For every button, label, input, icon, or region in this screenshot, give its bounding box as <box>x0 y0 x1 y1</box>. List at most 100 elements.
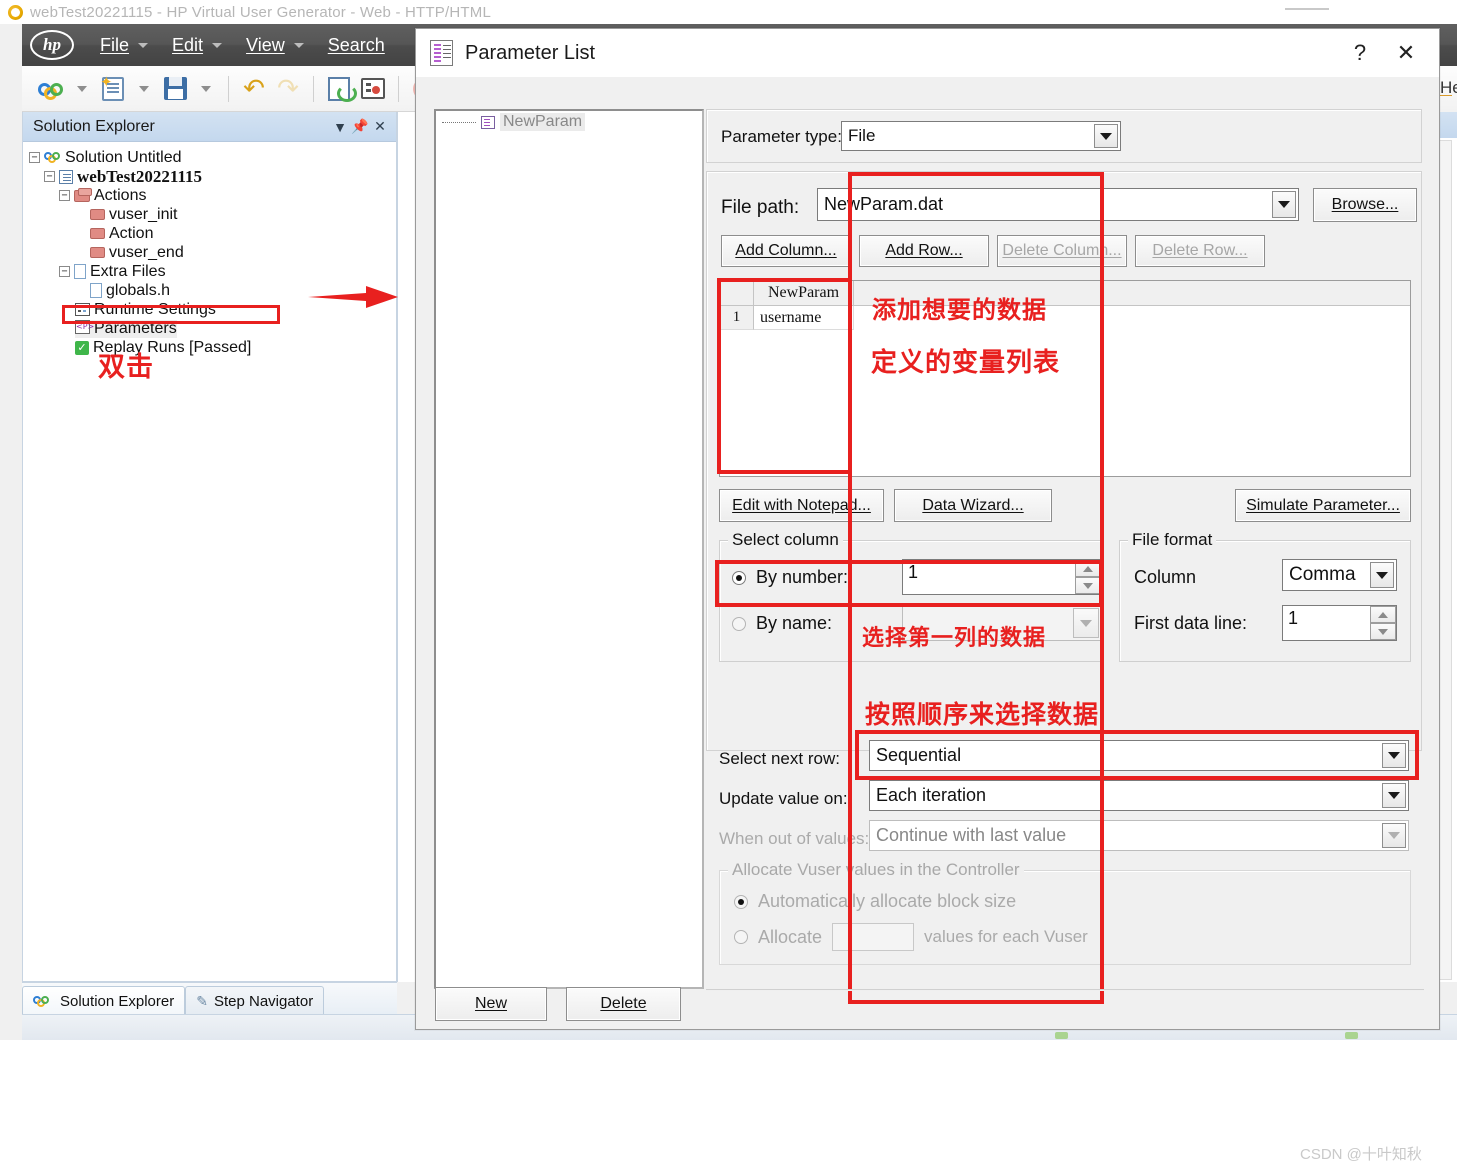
menu-search-label: Search <box>327 34 385 55</box>
when-out-of-values-select: Continue with last value <box>869 820 1409 851</box>
file-path-input[interactable]: NewParam.dat <box>817 188 1299 221</box>
tab-solution-explorer[interactable]: Solution Explorer <box>22 986 186 1016</box>
chevron-down-icon[interactable] <box>1272 191 1296 218</box>
update-value-on-select[interactable]: Each iteration <box>869 780 1409 811</box>
tree-item-solution-untitled[interactable]: − Solution Untitled <box>29 148 396 167</box>
tab-label: Step Navigator <box>213 993 314 1010</box>
parameter-type-label: Parameter type: <box>721 127 842 146</box>
chevron-down-icon[interactable] <box>1370 562 1394 588</box>
first-data-line-stepper[interactable]: 1 <box>1282 605 1397 641</box>
runtime-settings-icon[interactable] <box>358 74 388 104</box>
decoration-mark <box>1055 1032 1068 1039</box>
delete-parameter-button[interactable]: Delete <box>566 987 681 1021</box>
tree-item-vuser-init[interactable]: vuser_init <box>29 205 396 224</box>
tree-item-vuser-end[interactable]: vuser_end <box>29 243 396 262</box>
new-solution-icon[interactable] <box>36 74 66 104</box>
tree-expander-icon[interactable]: − <box>44 171 55 182</box>
grid-row-number[interactable]: 1 <box>720 306 754 330</box>
parameter-tree-item-newparam[interactable]: NewParam <box>442 113 586 131</box>
tree-item-actions[interactable]: − Actions <box>29 186 396 205</box>
solution-explorer-header: Solution Explorer ▼ 📌 ✕ <box>23 112 396 142</box>
by-number-radio-row[interactable]: By number: <box>732 567 848 588</box>
allocate-suffix-label: values for each Vuser <box>924 927 1088 946</box>
grid-header-row: NewParam <box>720 281 1410 306</box>
tree-item-label: webTest20221115 <box>77 166 203 186</box>
toolbar-separator <box>313 75 314 102</box>
stepper-up-icon[interactable] <box>1370 606 1396 623</box>
dialog-titlebar: Parameter List ? ✕ <box>416 29 1439 77</box>
when-out-of-values-value: Continue with last value <box>876 825 1067 845</box>
file-format-legend: File format <box>1128 530 1217 550</box>
close-icon[interactable]: ✕ <box>370 117 390 137</box>
runtime-settings-icon <box>75 303 90 316</box>
tree-item-replay-runs[interactable]: ✓ Replay Runs [Passed] <box>29 338 396 357</box>
annotation-variable-list: 定义的变量列表 <box>871 348 1061 378</box>
chevron-down-icon[interactable] <box>1382 783 1406 808</box>
stepper-down-icon[interactable] <box>1075 577 1101 594</box>
by-name-label: By name: <box>756 613 833 633</box>
menu-edit[interactable]: Edit <box>164 31 230 60</box>
new-script-icon[interactable]: ✦ <box>98 74 128 104</box>
menu-search[interactable]: Search <box>320 31 393 60</box>
pin-icon[interactable]: 📌 <box>350 117 370 137</box>
data-wizard-label: Data Wizard... <box>922 496 1024 514</box>
browse-button[interactable]: Browse... <box>1313 188 1417 222</box>
chain-icon <box>44 150 61 165</box>
tree-item-action[interactable]: Action <box>29 224 396 243</box>
select-next-row-select[interactable]: Sequential <box>869 740 1409 771</box>
tree-item-webtest[interactable]: − webTest20221115 <box>29 167 396 186</box>
tree-item-extra-files[interactable]: − Extra Files <box>29 262 396 281</box>
new-parameter-button[interactable]: New <box>435 987 547 1021</box>
update-value-on-value: Each iteration <box>876 785 987 805</box>
column-delimiter-select[interactable]: Comma <box>1282 559 1397 591</box>
simulate-parameter-label: Simulate Parameter... <box>1246 496 1400 514</box>
tree-connector-line <box>442 121 476 123</box>
by-number-stepper[interactable]: 1 <box>902 559 1102 595</box>
menu-file[interactable]: File <box>92 31 156 60</box>
chevron-down-icon[interactable] <box>77 85 87 92</box>
brick-icon <box>90 247 105 258</box>
menu-view[interactable]: View <box>238 31 312 60</box>
undo-icon[interactable]: ↶ <box>239 74 269 104</box>
table-row[interactable]: 1 username <box>720 306 1410 330</box>
chevron-down-icon[interactable] <box>1094 124 1118 148</box>
save-icon[interactable] <box>160 74 190 104</box>
grid-cell[interactable]: username <box>754 306 854 330</box>
simulate-parameter-button[interactable]: Simulate Parameter... <box>1235 489 1411 522</box>
parameter-tree-panel[interactable]: NewParam <box>434 109 704 989</box>
by-name-radio-row[interactable]: By name: <box>732 613 832 634</box>
help-button[interactable]: ? <box>1337 30 1383 76</box>
tree-item-parameters[interactable]: <P> Parameters <box>29 319 396 338</box>
add-column-label: Add Column... <box>735 242 837 259</box>
tree-expander-icon[interactable]: − <box>59 190 70 201</box>
data-wizard-button[interactable]: Data Wizard... <box>894 489 1052 522</box>
column-delimiter-value: Comma <box>1289 564 1356 585</box>
chevron-down-icon[interactable]: ▼ <box>330 117 350 137</box>
annotation-select-in-order: 按照顺序来选择数据 <box>865 700 1100 729</box>
by-name-radio[interactable] <box>732 616 746 631</box>
parameter-type-select[interactable]: File <box>841 121 1121 151</box>
stepper-up-icon[interactable] <box>1075 560 1101 577</box>
tree-expander-icon[interactable]: − <box>59 266 70 277</box>
grid-column-header[interactable]: NewParam <box>754 281 854 305</box>
chevron-down-icon[interactable] <box>1382 743 1406 768</box>
tree-item-label: vuser_end <box>109 243 184 261</box>
bricks-icon <box>74 187 92 202</box>
stepper-down-icon[interactable] <box>1370 623 1396 640</box>
add-row-button[interactable]: Add Row... <box>859 235 989 267</box>
chevron-down-icon[interactable] <box>201 85 211 92</box>
add-column-button[interactable]: Add Column... <box>721 235 851 267</box>
edit-with-notepad-button[interactable]: Edit with Notepad... <box>719 489 884 522</box>
tab-step-navigator[interactable]: ✎ Step Navigator <box>185 986 325 1016</box>
parameter-data-grid[interactable]: NewParam 1 username <box>719 280 1411 477</box>
by-number-radio[interactable] <box>732 570 746 585</box>
redo-icon[interactable]: ↷ <box>273 74 303 104</box>
regenerate-script-icon[interactable] <box>324 74 357 104</box>
chevron-down-icon[interactable] <box>139 85 149 92</box>
delete-column-label: Delete Column... <box>1002 242 1122 259</box>
auto-allocate-radio-row: Automatically allocate block size <box>734 891 1016 912</box>
close-icon[interactable]: ✕ <box>1383 30 1429 76</box>
tree-expander-icon[interactable]: − <box>29 152 40 163</box>
window-minimize-button[interactable] <box>1285 8 1329 10</box>
delete-button-label: Delete <box>600 995 647 1012</box>
